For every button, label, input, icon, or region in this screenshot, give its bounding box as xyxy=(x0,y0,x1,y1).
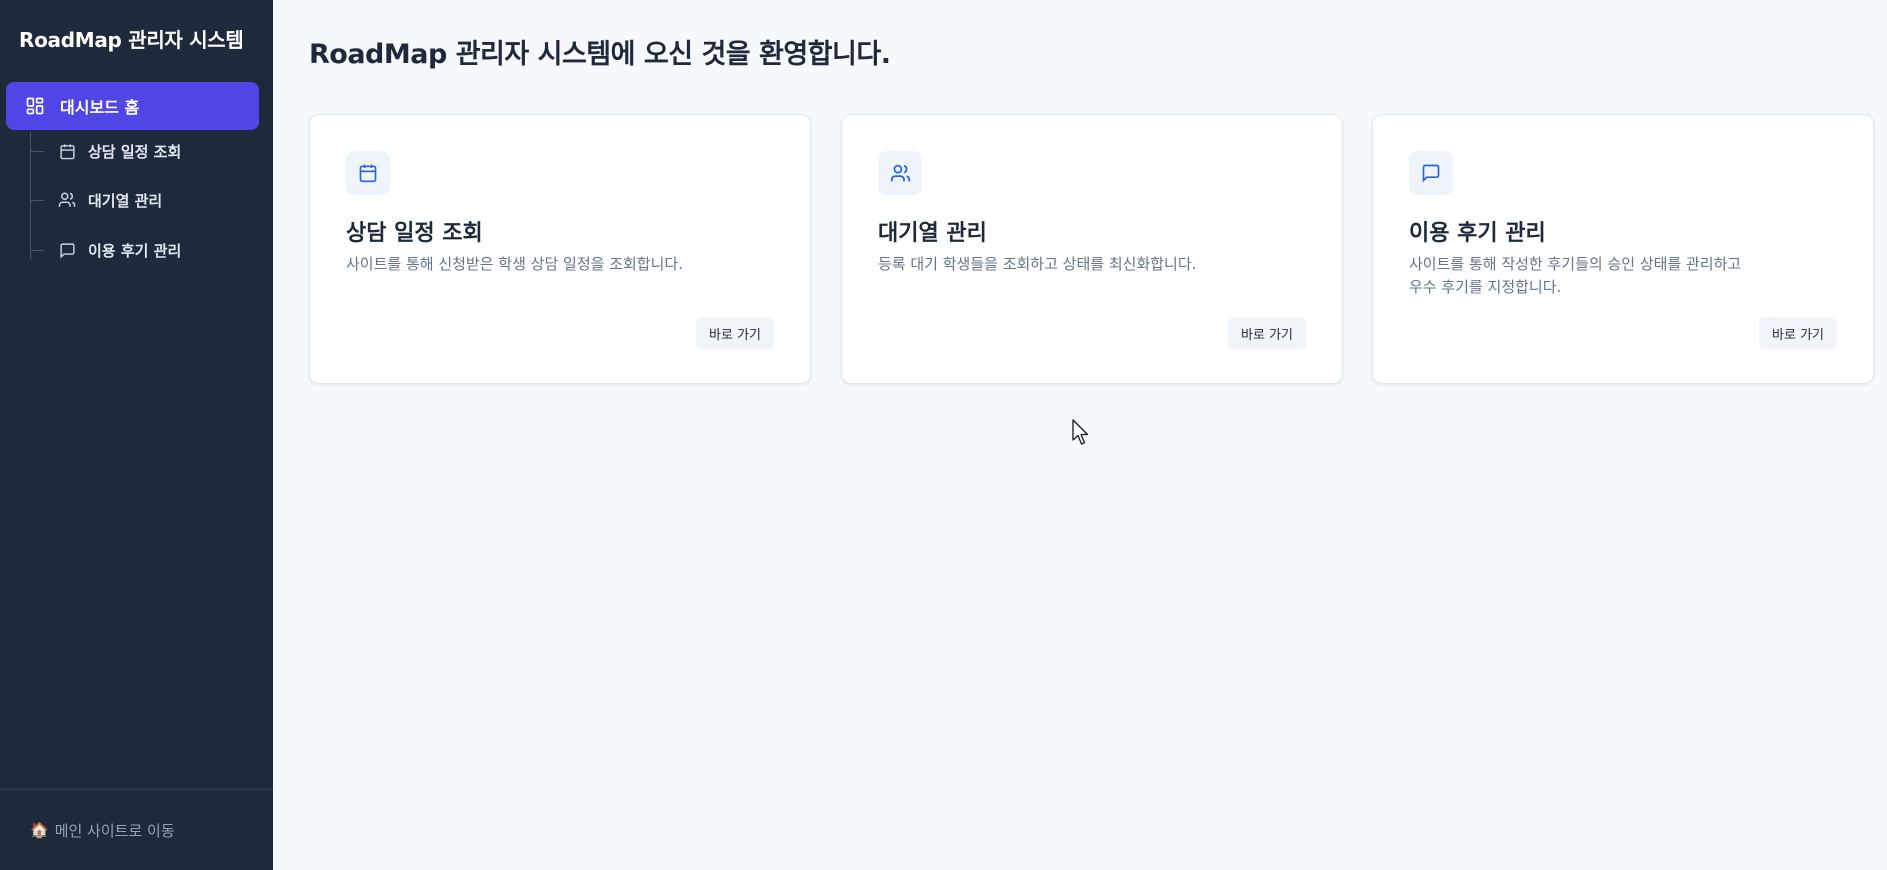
sidebar-item-waitlist[interactable]: 대기열 관리 xyxy=(30,182,260,218)
dashboard-grid-icon xyxy=(24,95,46,117)
calendar-icon xyxy=(346,151,390,195)
main-site-link[interactable]: 🏠 메인 사이트로 이동 xyxy=(0,789,273,870)
card-title: 이용 후기 관리 xyxy=(1409,221,1546,246)
message-square-icon xyxy=(1409,151,1453,195)
card-description-line: 우수 후기를 지정합니다. xyxy=(1409,278,1562,296)
card-description: 사이트를 통해 작성한 후기들의 승인 상태를 관리하고 우수 후기를 지정합니… xyxy=(1409,253,1809,299)
users-icon xyxy=(58,191,76,209)
sidebar-item-label: 대시보드 홈 xyxy=(60,98,140,117)
go-to-consult-schedule-button[interactable]: 바로 가기 xyxy=(696,317,774,349)
tree-branch-line xyxy=(30,249,44,251)
go-to-waitlist-button[interactable]: 바로 가기 xyxy=(1228,317,1306,349)
calendar-icon xyxy=(58,142,76,160)
tree-branch-line xyxy=(30,199,44,201)
sidebar-subnav: 상담 일정 조회 대기열 관리 이용 후기 관리 xyxy=(30,132,260,272)
sidebar-item-label: 이용 후기 관리 xyxy=(88,241,182,260)
main-content: RoadMap 관리자 시스템에 오신 것을 환영합니다. 상담 일정 조회 사… xyxy=(273,0,1887,870)
house-icon: 🏠 xyxy=(30,821,49,839)
card-description-line: 사이트를 통해 작성한 후기들의 승인 상태를 관리하고 xyxy=(1409,255,1742,273)
card-reviews: 이용 후기 관리 사이트를 통해 작성한 후기들의 승인 상태를 관리하고 우수… xyxy=(1372,114,1874,384)
go-to-reviews-button[interactable]: 바로 가기 xyxy=(1759,317,1837,349)
users-icon xyxy=(878,151,922,195)
tree-branch-line xyxy=(30,150,44,152)
card-consult-schedule: 상담 일정 조회 사이트를 통해 신청받은 학생 상담 일정을 조회합니다. 바… xyxy=(309,114,811,384)
card-description-line: 등록 대기 학생들을 조회하고 상태를 최신화합니다. xyxy=(878,255,1197,273)
card-description-line: 사이트를 통해 신청받은 학생 상담 일정을 조회합니다. xyxy=(346,255,683,273)
main-site-link-label: 메인 사이트로 이동 xyxy=(54,821,175,840)
card-description: 등록 대기 학생들을 조회하고 상태를 최신화합니다. xyxy=(878,253,1238,276)
sidebar-item-reviews[interactable]: 이용 후기 관리 xyxy=(30,232,260,268)
card-title: 대기열 관리 xyxy=(878,221,987,246)
sidebar: RoadMap 관리자 시스템 대시보드 홈 상담 일정 조회 대기열 관리 이… xyxy=(0,0,273,870)
sidebar-item-label: 대기열 관리 xyxy=(88,191,163,210)
message-square-icon xyxy=(58,241,76,259)
mouse-cursor-icon xyxy=(1072,419,1089,445)
sidebar-item-consult-schedule[interactable]: 상담 일정 조회 xyxy=(30,133,260,169)
card-description: 사이트를 통해 신청받은 학생 상담 일정을 조회합니다. xyxy=(346,253,706,276)
card-title: 상담 일정 조회 xyxy=(346,221,483,246)
card-waitlist: 대기열 관리 등록 대기 학생들을 조회하고 상태를 최신화합니다. 바로 가기 xyxy=(841,114,1343,384)
sidebar-item-dashboard-home[interactable]: 대시보드 홈 xyxy=(6,82,259,130)
page-title: RoadMap 관리자 시스템에 오신 것을 환영합니다. xyxy=(309,39,891,70)
sidebar-item-label: 상담 일정 조회 xyxy=(88,142,182,161)
brand-title: RoadMap 관리자 시스템 xyxy=(19,28,244,52)
